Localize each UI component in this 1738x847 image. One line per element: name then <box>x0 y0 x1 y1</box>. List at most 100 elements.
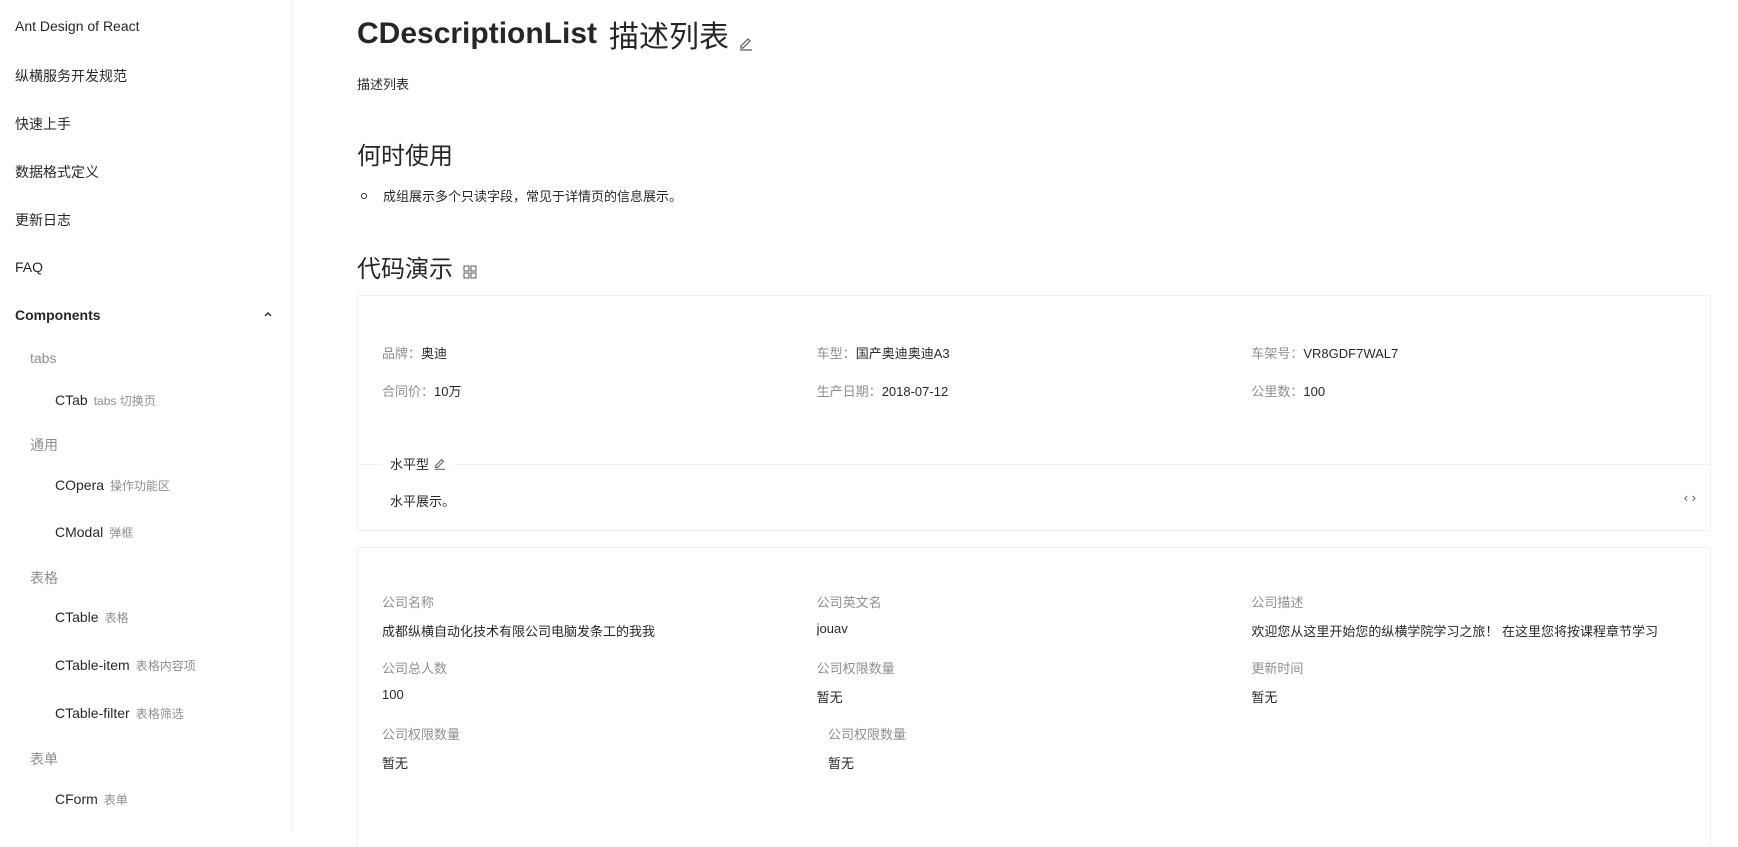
description-row: 公司名称成都纵横自动化技术有限公司电脑发条工的我我 公司英文名 jouav 公司描… <box>382 592 1686 640</box>
sidebar-item-spec[interactable]: 纵横服务开发规范 <box>15 66 127 86</box>
sidebar-item-desc: 表单 <box>103 793 128 807</box>
sidebar-item-label: COpera <box>55 477 105 493</box>
description-row: 公司总人数 100 公司权限数量 暂无 更新时间 暂无 <box>382 658 1686 706</box>
description-value: 国产奥迪奥迪A3 <box>855 346 950 361</box>
sidebar-item-desc: 表格筛选 <box>135 707 184 721</box>
sidebar-item-changelog[interactable]: 更新日志 <box>15 210 71 230</box>
description-value: 成都纵横自动化技术有限公司电脑发条工的我我 <box>382 624 656 639</box>
demo-meta-description: 水平展示。 <box>390 494 456 509</box>
sidebar-item-ctable-filter[interactable]: CTable-filter 表格筛选 <box>55 705 184 722</box>
description-row: 品牌：奥迪 车型：国产奥迪奥迪A3 车架号：VR8GDF7WAL7 <box>382 343 1686 362</box>
description-item: 品牌：奥迪 <box>382 343 817 362</box>
description-label: 公司权限数量 <box>816 661 895 676</box>
sidebar-item-desc: tabs 切换页 <box>93 394 156 408</box>
description-value: 暂无 <box>382 756 409 771</box>
description-item: 公里数：100 <box>1251 381 1686 400</box>
sidebar-item-quickstart[interactable]: 快速上手 <box>15 114 71 134</box>
grid-icon[interactable] <box>462 259 478 278</box>
description-value: 10万 <box>434 384 462 399</box>
sidebar-item-copera[interactable]: COpera 操作功能区 <box>55 477 170 494</box>
description-item: 公司权限数量 暂无 <box>828 724 1274 772</box>
description-item: 公司权限数量 暂无 <box>382 724 828 772</box>
description-value: 欢迎您从这里开始您的纵横学院学习之旅！ 在这里您将按课程章节学习 <box>1251 624 1658 639</box>
demo-heading: 代码演示 <box>357 249 478 284</box>
sidebar-item-ctab[interactable]: CTab tabs 切换页 <box>55 392 156 409</box>
description-item: 公司英文名 jouav <box>817 592 1252 640</box>
description-label: 公司名称 <box>382 595 435 610</box>
description-label: 更新时间 <box>1251 661 1304 676</box>
sidebar-category-tabs: tabs <box>30 350 57 366</box>
sidebar-category-general: 通用 <box>30 437 58 453</box>
description-value: 100 <box>382 687 404 702</box>
description-label: 合同价： <box>382 384 435 399</box>
sidebar-item-faq[interactable]: FAQ <box>15 259 43 275</box>
description-label: 生产日期： <box>816 384 882 399</box>
description-value: 奥迪 <box>421 346 448 361</box>
sidebar-item-label: CModal <box>55 524 104 540</box>
page-subtitle: 描述列表 <box>357 77 410 92</box>
description-value: VR8GDF7WAL7 <box>1303 346 1399 361</box>
edit-icon[interactable] <box>433 457 447 471</box>
description-value: 暂无 <box>1251 690 1278 705</box>
description-label: 公里数： <box>1251 384 1304 399</box>
description-label: 公司总人数 <box>382 661 448 676</box>
sidebar-item-ctable[interactable]: CTable 表格 <box>55 609 129 626</box>
description-item: 公司描述 欢迎您从这里开始您的纵横学院学习之旅！ 在这里您将按课程章节学习 <box>1251 592 1686 640</box>
description-value: 2018-07-12 <box>881 384 949 399</box>
sidebar-group-components[interactable]: Components <box>15 307 274 323</box>
demo-heading-text: 代码演示 <box>357 256 453 283</box>
description-item: 公司权限数量 暂无 <box>817 658 1252 706</box>
page-title-cn: 描述列表 <box>609 21 730 54</box>
description-item: 车型：国产奥迪奥迪A3 <box>817 343 1252 362</box>
chevron-up-icon <box>262 308 274 323</box>
sidebar-item-desc: 表格 <box>104 611 129 625</box>
description-label: 公司权限数量 <box>828 727 907 742</box>
demo-meta-title: 水平型 <box>382 454 456 473</box>
sidebar-item-desc: 表格内容项 <box>135 659 196 673</box>
description-label: 品牌： <box>382 346 422 361</box>
description-value: 100 <box>1303 384 1326 399</box>
description-label: 公司权限数量 <box>382 727 461 742</box>
demo-card-horizontal: 品牌：奥迪 车型：国产奥迪奥迪A3 车架号：VR8GDF7WAL7 合同价：10… <box>357 295 1711 531</box>
sidebar-category-form: 表单 <box>30 751 58 767</box>
sidebar-group-label: Components <box>15 307 101 323</box>
main-content: CDescriptionList 描述列表 描述列表 何时使用 成组展示多个只读… <box>357 0 1712 847</box>
sidebar-category-table: 表格 <box>30 570 58 586</box>
demo-meta-divider <box>358 464 1710 465</box>
sidebar-item-data-format[interactable]: 数据格式定义 <box>15 162 99 182</box>
sidebar-item-label: CForm <box>55 791 98 807</box>
description-item: 车架号：VR8GDF7WAL7 <box>1251 343 1686 362</box>
when-to-use-text: 成组展示多个只读字段，常见于详情页的信息展示。 <box>383 189 683 204</box>
description-item: 更新时间 暂无 <box>1251 658 1686 706</box>
description-item: 公司总人数 100 <box>382 658 817 706</box>
sidebar-item-desc: 弹框 <box>109 526 134 540</box>
description-item: 合同价：10万 <box>382 381 817 400</box>
description-label: 公司英文名 <box>816 595 882 610</box>
description-label: 车架号： <box>1251 346 1304 361</box>
description-row: 公司权限数量 暂无 公司权限数量 暂无 <box>382 724 1686 772</box>
description-item: 生产日期：2018-07-12 <box>817 381 1252 400</box>
description-value: 暂无 <box>816 690 843 705</box>
description-row: 合同价：10万 生产日期：2018-07-12 公里数：100 <box>382 381 1686 400</box>
edit-icon[interactable] <box>738 26 754 51</box>
sidebar-menu: Ant Design of React 纵横服务开发规范 快速上手 数据格式定义… <box>0 0 293 832</box>
description-label: 车型： <box>816 346 856 361</box>
sidebar-item-ant-design[interactable]: Ant Design of React <box>15 18 140 34</box>
sidebar-item-label: CTable <box>55 609 99 625</box>
sidebar-item-cmodal[interactable]: CModal 弹框 <box>55 524 133 541</box>
sidebar-item-label: CTable-item <box>55 657 130 673</box>
bullet-dot-icon <box>361 192 367 199</box>
sidebar-item-label: CTable-filter <box>55 705 130 721</box>
page-title-name: CDescriptionList <box>357 17 598 50</box>
demo-card-vertical: 公司名称成都纵横自动化技术有限公司电脑发条工的我我 公司英文名 jouav 公司描… <box>357 547 1711 847</box>
description-value: jouav <box>816 621 848 636</box>
code-expand-icon[interactable]: ‹ › <box>1684 490 1696 505</box>
sidebar-item-cform[interactable]: CForm 表单 <box>55 791 128 808</box>
sidebar-item-label: CTab <box>55 392 88 408</box>
page-title: CDescriptionList 描述列表 <box>357 12 754 56</box>
description-value: 暂无 <box>828 756 855 771</box>
sidebar-item-desc: 操作功能区 <box>110 479 171 493</box>
when-to-use-heading: 何时使用 <box>357 143 453 170</box>
when-to-use-item: 成组展示多个只读字段，常见于详情页的信息展示。 <box>361 186 682 205</box>
sidebar-item-ctable-item[interactable]: CTable-item 表格内容项 <box>55 657 196 674</box>
